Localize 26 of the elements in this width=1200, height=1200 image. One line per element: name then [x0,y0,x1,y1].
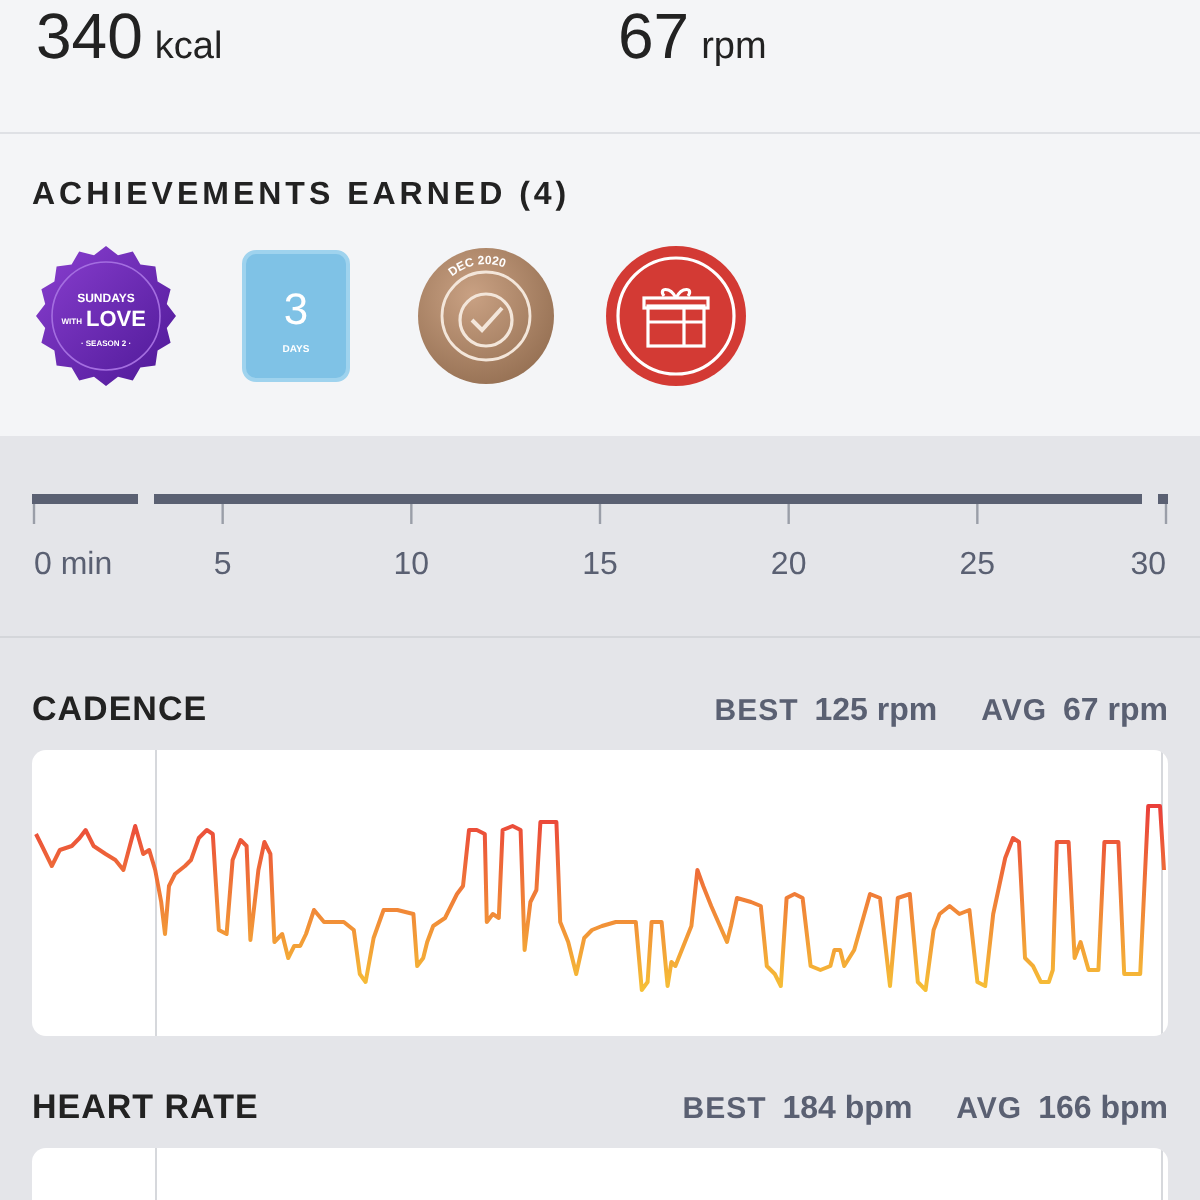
avg-label: AVG [956,1092,1023,1126]
best-value: 125 rpm [814,694,938,730]
axis-label: 15 [582,548,618,584]
gift-badge-icon[interactable] [604,244,748,388]
axis-label: 10 [393,548,430,584]
stat-unit: kcal [154,26,223,70]
axis-label: 5 [213,548,232,584]
best-label: BEST [714,694,799,728]
stat-value: 67 [618,0,690,72]
avg-value: 166 bpm [1038,1092,1168,1128]
best-value: 184 bpm [782,1092,913,1128]
axis-label: 0 min [34,548,113,584]
badge-text: LOVE [86,308,146,332]
axis-label: 25 [959,548,996,584]
avg-value: 67 rpm [1063,694,1168,730]
metric-title: HEART RATE [32,1088,259,1128]
metric-title: CADENCE [32,690,208,730]
position-marker [155,1148,157,1200]
axis-label: 20 [770,548,807,584]
stat-unit: rpm [701,26,767,70]
section-heading: ACHIEVEMENTS EARNED (4) [32,178,573,214]
axis-label: 30 [1130,548,1166,584]
stat-value: 340 [36,0,143,72]
best-label: BEST [682,1092,767,1126]
badge-text: 3 [283,284,309,334]
avg-label: AVG [981,694,1048,728]
